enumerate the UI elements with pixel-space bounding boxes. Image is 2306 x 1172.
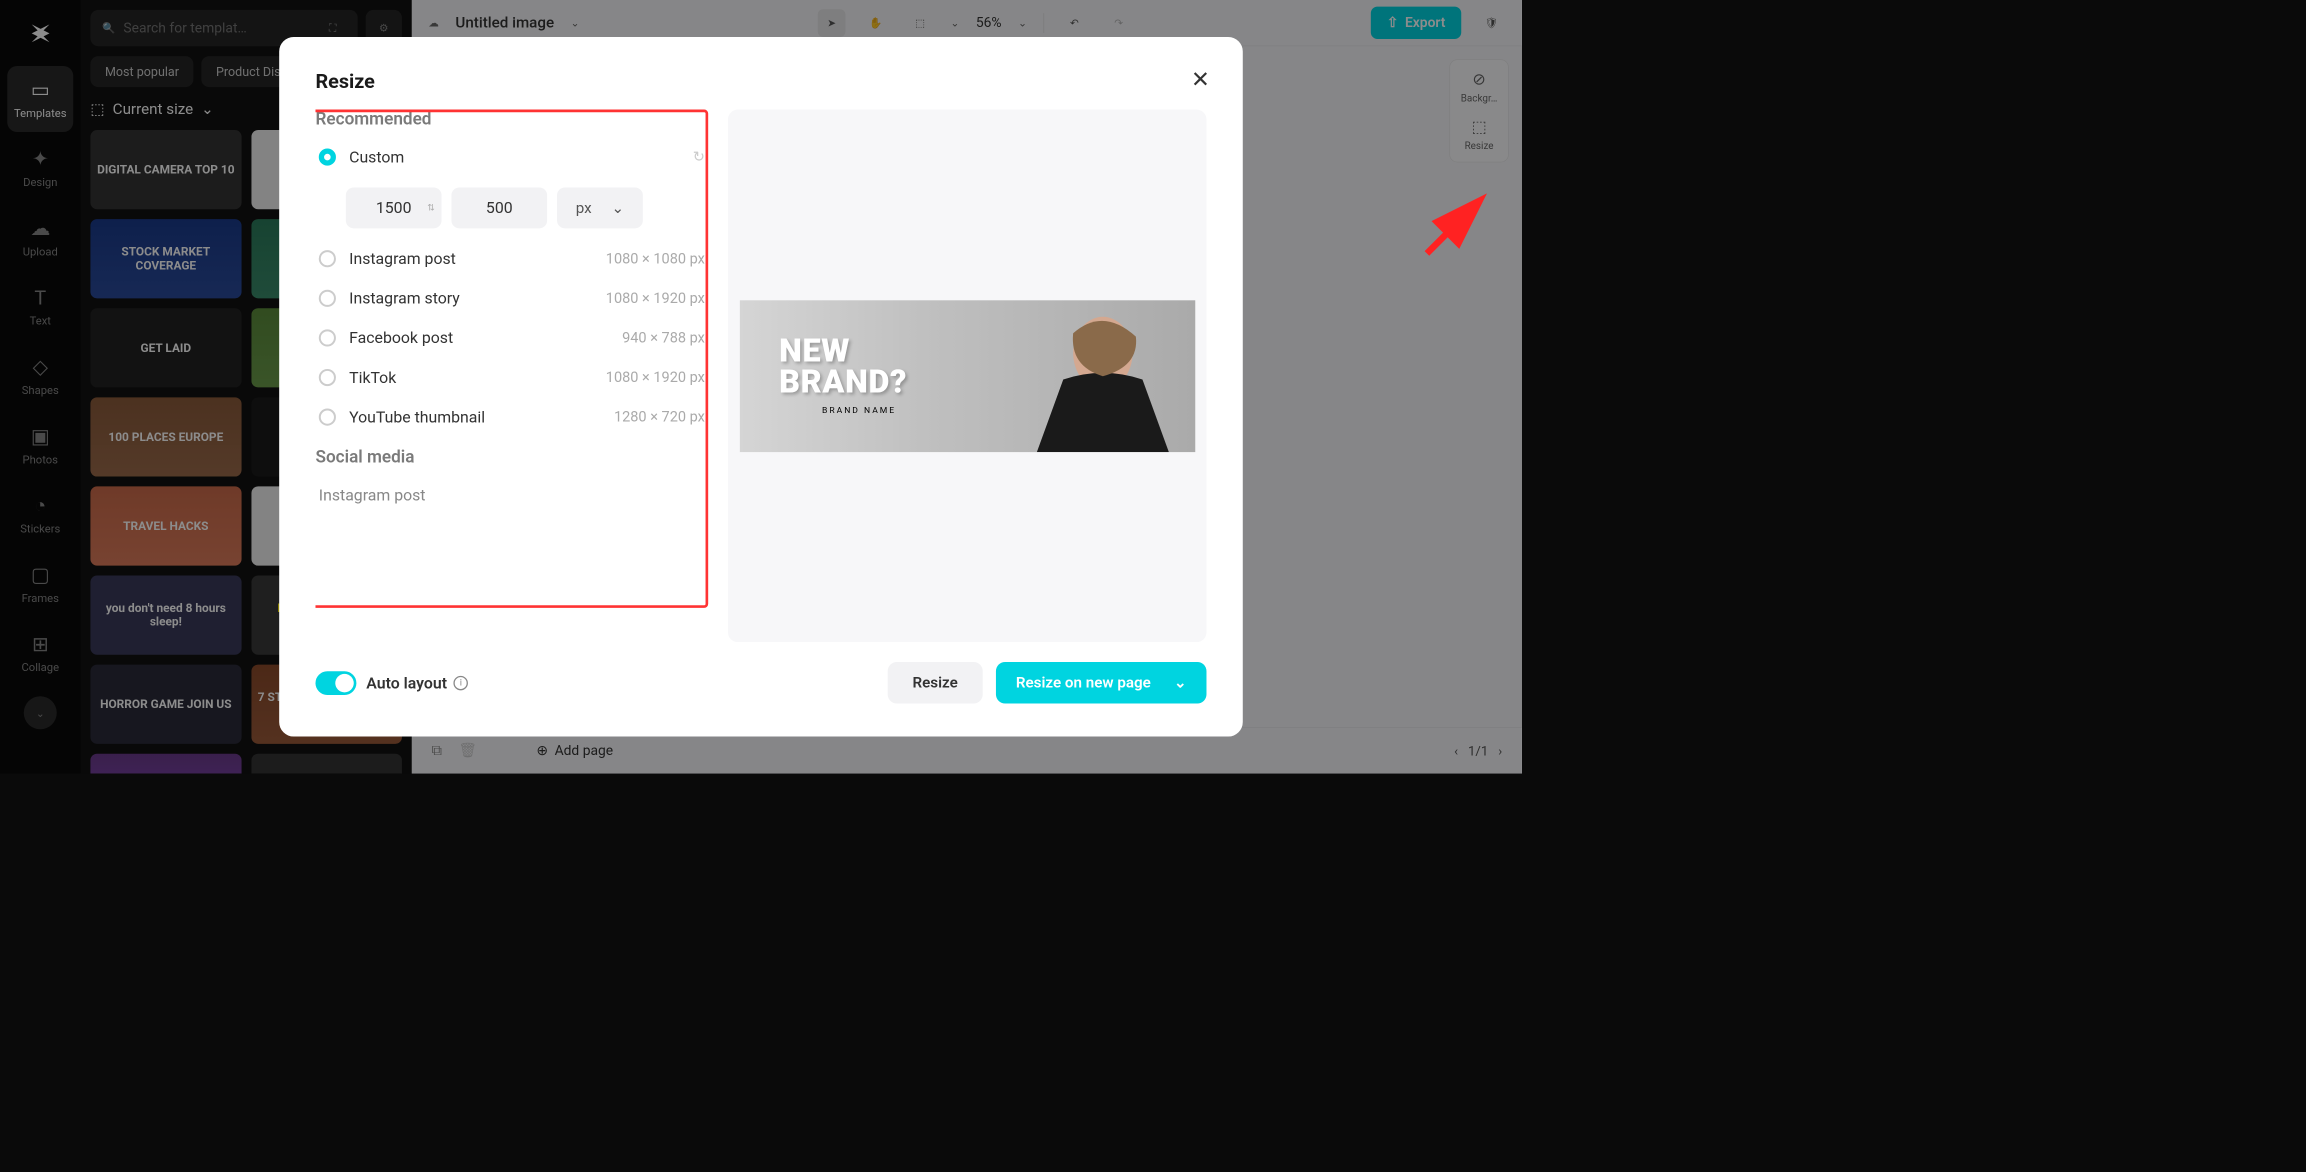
unit-select[interactable]: px ⌄ [557, 187, 643, 228]
preview-image-person [997, 300, 1195, 452]
preview-subtext: BRAND NAME [822, 406, 907, 416]
resize-new-label: Resize on new page [1016, 674, 1151, 692]
option-dims: 1080 × 1920 px [606, 369, 705, 386]
radio[interactable] [319, 290, 336, 307]
size-options-list: Recommended Custom ↻ ⇅ px ⌄ Instagram pos… [315, 110, 704, 643]
radio-custom[interactable] [319, 149, 336, 166]
option-label: Instagram post [319, 486, 426, 504]
info-icon[interactable]: i [454, 676, 469, 691]
size-option-instagram-post-social[interactable]: Instagram post [315, 486, 704, 504]
option-label: Instagram story [349, 289, 460, 307]
size-option-custom[interactable]: Custom ↻ [315, 148, 704, 166]
option-dims: 940 × 788 px [622, 330, 705, 347]
chevron-down-icon: ⌄ [611, 199, 624, 217]
annotation-highlight [315, 110, 708, 608]
modal-footer: Auto layout i Resize Resize on new page ⌄ [315, 642, 1206, 703]
modal-overlay: Resize ✕ Recommended Custom ↻ ⇅ px ⌄ Inst… [0, 0, 1522, 774]
close-icon: ✕ [1191, 67, 1210, 93]
modal-title: Resize [315, 70, 1206, 93]
option-dims: 1280 × 720 px [614, 409, 705, 426]
resize-modal: Resize ✕ Recommended Custom ↻ ⇅ px ⌄ Inst… [279, 37, 1243, 737]
radio[interactable] [319, 250, 336, 267]
option-label: Instagram post [349, 249, 456, 267]
height-input[interactable] [451, 187, 547, 228]
auto-layout-toggle[interactable] [315, 671, 356, 695]
unit-label: px [576, 199, 592, 217]
resize-button[interactable]: Resize [887, 662, 982, 704]
size-option-youtube-thumbnail[interactable]: YouTube thumbnail 1280 × 720 px [315, 408, 704, 426]
stepper-icon[interactable]: ⇅ [427, 203, 435, 214]
section-social-media: Social media [315, 447, 704, 467]
preview-artboard: NEWBRAND? BRAND NAME [740, 300, 1195, 452]
resize-preview: NEWBRAND? BRAND NAME [728, 110, 1207, 643]
option-label: Custom [349, 148, 404, 166]
option-dims: 1080 × 1080 px [606, 250, 705, 266]
size-option-tiktok[interactable]: TikTok 1080 × 1920 px [315, 368, 704, 386]
auto-layout-label: Auto layout [366, 674, 447, 692]
radio[interactable] [319, 369, 336, 386]
section-recommended: Recommended [315, 110, 704, 130]
option-label: TikTok [349, 368, 396, 386]
size-option-instagram-post[interactable]: Instagram post 1080 × 1080 px [315, 249, 704, 267]
resize-new-page-button[interactable]: Resize on new page ⌄ [996, 662, 1206, 704]
option-label: Facebook post [349, 329, 453, 347]
radio[interactable] [319, 329, 336, 346]
size-option-instagram-story[interactable]: Instagram story 1080 × 1920 px [315, 289, 704, 307]
chevron-down-icon: ⌄ [1174, 674, 1187, 692]
preview-text-2: BRAND? [779, 363, 907, 401]
radio[interactable] [319, 409, 336, 426]
option-label: YouTube thumbnail [349, 408, 485, 426]
close-button[interactable]: ✕ [1191, 67, 1210, 93]
reset-icon[interactable]: ↻ [693, 149, 705, 166]
size-option-facebook-post[interactable]: Facebook post 940 × 788 px [315, 329, 704, 347]
option-dims: 1080 × 1920 px [606, 290, 705, 307]
